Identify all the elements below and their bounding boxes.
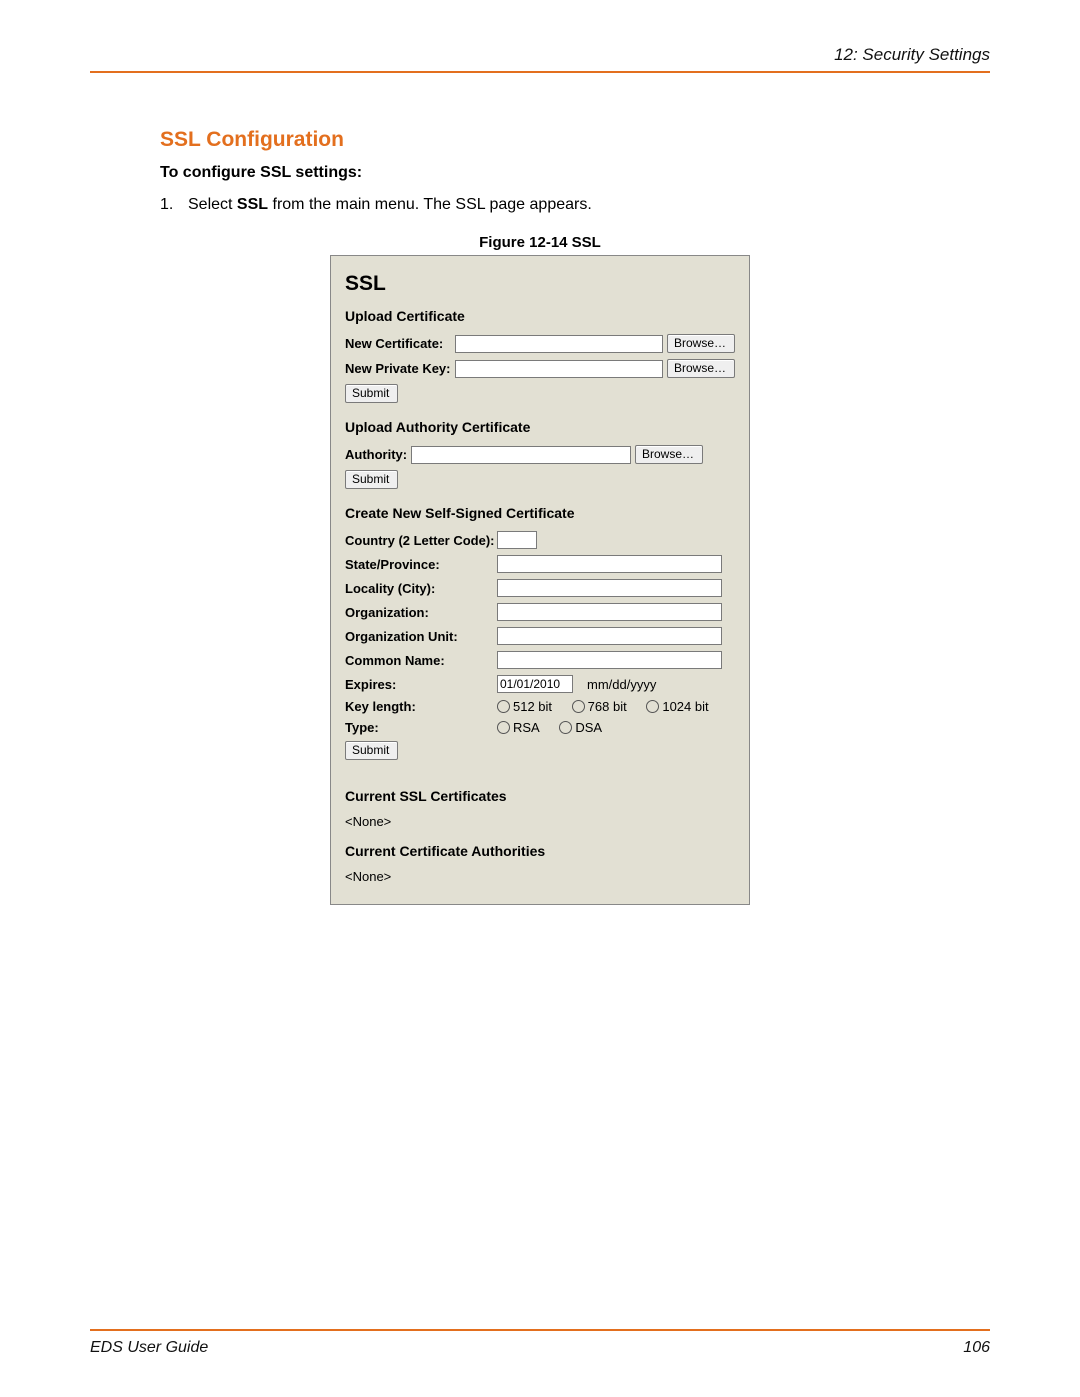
panel-title: SSL: [345, 272, 735, 296]
new-cert-input[interactable]: [455, 335, 663, 353]
doc-title: EDS User Guide: [90, 1339, 208, 1357]
country-label: Country (2 Letter Code):: [345, 533, 497, 548]
state-label: State/Province:: [345, 557, 497, 572]
authority-label: Authority:: [345, 447, 411, 462]
keylen-768-radio[interactable]: [572, 700, 585, 713]
type-rsa-label: RSA: [513, 720, 540, 735]
upload-cert-submit-button[interactable]: Submit: [345, 384, 398, 403]
keylen-512-label: 512 bit: [513, 699, 552, 714]
new-key-label: New Private Key:: [345, 361, 455, 376]
step-text-post: from the main menu. The SSL page appears…: [268, 196, 592, 213]
upload-cert-heading: Upload Certificate: [345, 308, 735, 324]
keylen-1024-label: 1024 bit: [662, 699, 708, 714]
ssl-panel: SSL Upload Certificate New Certificate: …: [330, 255, 750, 905]
expires-row: Expires: mm/dd/yyyy: [345, 675, 735, 693]
new-key-row: New Private Key: Browse…: [345, 359, 735, 378]
country-input[interactable]: [497, 531, 537, 549]
step-text-pre: Select: [188, 196, 237, 213]
step-text: Select SSL from the main menu. The SSL p…: [188, 196, 592, 214]
authority-browse-button[interactable]: Browse…: [635, 445, 703, 464]
locality-row: Locality (City):: [345, 579, 735, 597]
state-row: State/Province:: [345, 555, 735, 573]
new-key-input[interactable]: [455, 360, 663, 378]
figure-wrap: Figure 12-14 SSL SSL Upload Certificate …: [160, 234, 920, 905]
org-input[interactable]: [497, 603, 722, 621]
upload-auth-submit-button[interactable]: Submit: [345, 470, 398, 489]
new-cert-row: New Certificate: Browse…: [345, 334, 735, 353]
type-label: Type:: [345, 720, 497, 735]
chapter-label: 12: Security Settings: [834, 45, 990, 64]
keylen-row: Key length: 512 bit 768 bit 1024 bit: [345, 699, 735, 714]
instruction-lead: To configure SSL settings:: [160, 164, 920, 182]
country-row: Country (2 Letter Code):: [345, 531, 735, 549]
page-number: 106: [963, 1339, 990, 1357]
expires-label: Expires:: [345, 677, 497, 692]
cn-input[interactable]: [497, 651, 722, 669]
upload-auth-heading: Upload Authority Certificate: [345, 419, 735, 435]
ou-input[interactable]: [497, 627, 722, 645]
keylen-512-radio[interactable]: [497, 700, 510, 713]
state-input[interactable]: [497, 555, 722, 573]
ou-label: Organization Unit:: [345, 629, 497, 644]
authority-row: Authority: Browse…: [345, 445, 735, 464]
current-certs-value: <None>: [345, 814, 735, 829]
step-text-bold: SSL: [237, 196, 268, 213]
current-certs-heading: Current SSL Certificates: [345, 788, 735, 804]
keylen-768-label: 768 bit: [588, 699, 627, 714]
content-area: SSL Configuration To configure SSL setti…: [90, 128, 990, 905]
org-row: Organization:: [345, 603, 735, 621]
current-auths-value: <None>: [345, 869, 735, 884]
current-auths-heading: Current Certificate Authorities: [345, 843, 735, 859]
new-cert-browse-button[interactable]: Browse…: [667, 334, 735, 353]
locality-input[interactable]: [497, 579, 722, 597]
keylen-label: Key length:: [345, 699, 497, 714]
cn-label: Common Name:: [345, 653, 497, 668]
ou-row: Organization Unit:: [345, 627, 735, 645]
create-heading: Create New Self-Signed Certificate: [345, 505, 735, 521]
step-number: 1.: [160, 196, 188, 214]
new-cert-label: New Certificate:: [345, 336, 455, 351]
page-header: 12: Security Settings: [90, 45, 990, 73]
footer-rule: [90, 1329, 990, 1331]
figure-caption: Figure 12-14 SSL: [160, 234, 920, 251]
type-row: Type: RSA DSA: [345, 720, 735, 735]
step-1: 1. Select SSL from the main menu. The SS…: [160, 196, 920, 214]
section-title: SSL Configuration: [160, 128, 920, 152]
new-key-browse-button[interactable]: Browse…: [667, 359, 735, 378]
org-label: Organization:: [345, 605, 497, 620]
locality-label: Locality (City):: [345, 581, 497, 596]
expires-input[interactable]: [497, 675, 573, 693]
create-submit-button[interactable]: Submit: [345, 741, 398, 760]
expires-hint: mm/dd/yyyy: [587, 677, 656, 692]
type-dsa-label: DSA: [575, 720, 602, 735]
page-footer: EDS User Guide 106: [90, 1329, 990, 1357]
authority-input[interactable]: [411, 446, 631, 464]
type-dsa-radio[interactable]: [559, 721, 572, 734]
keylen-1024-radio[interactable]: [646, 700, 659, 713]
cn-row: Common Name:: [345, 651, 735, 669]
type-rsa-radio[interactable]: [497, 721, 510, 734]
